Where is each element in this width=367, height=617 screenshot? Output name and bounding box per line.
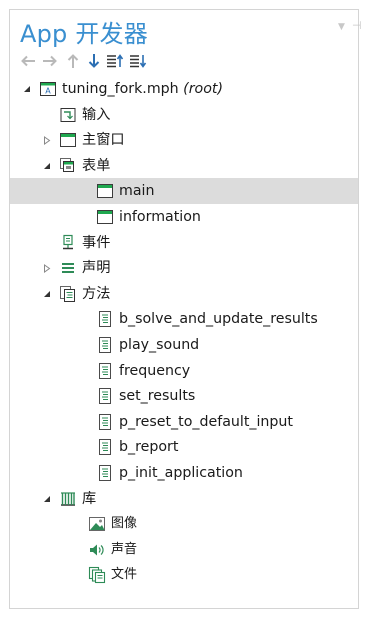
tree-label: 输入 [82, 106, 111, 123]
tree-node-declarations[interactable]: 声明 [10, 255, 358, 281]
tree-label: 声音 [111, 541, 138, 557]
tree-node-main-window[interactable]: 主窗口 [10, 127, 358, 153]
files-icon [88, 566, 106, 584]
arrow-left-icon[interactable] [19, 52, 37, 70]
move-up-list-icon[interactable] [106, 52, 124, 70]
tree-node-method[interactable]: b_report [10, 434, 358, 460]
tree-node-events[interactable]: 事件 [10, 230, 358, 256]
tree-node-methods[interactable]: 方法 [10, 281, 358, 307]
tree-node-form-main[interactable]: main [10, 178, 358, 204]
tree-label: main [119, 183, 155, 200]
method-icon [96, 413, 114, 431]
tree-node-sounds[interactable]: 声音 [10, 537, 358, 563]
arrow-down-icon[interactable] [85, 52, 103, 70]
expand-toggle-icon[interactable] [42, 135, 52, 145]
svg-text:A: A [45, 87, 51, 96]
tree-label: frequency [119, 362, 191, 379]
tree-node-forms[interactable]: 表单 [10, 153, 358, 179]
form-icon [96, 182, 114, 200]
tree-label: 事件 [82, 234, 111, 251]
move-down-list-icon[interactable] [129, 52, 147, 70]
tree-label: 方法 [82, 285, 111, 302]
tree-label: information [119, 208, 201, 225]
collapse-toggle-icon[interactable] [42, 494, 52, 504]
libraries-icon [59, 490, 77, 508]
panel-header: App 开发器 ▼ ⊣ [10, 10, 362, 86]
root-name: tuning_fork.mph [62, 81, 179, 97]
expand-toggle-icon[interactable] [22, 84, 32, 94]
method-icon [96, 387, 114, 405]
tree-label: 库 [82, 490, 97, 507]
tree-label: p_init_application [119, 464, 243, 481]
tree-node-method[interactable]: play_sound [10, 332, 358, 358]
tree-node-method[interactable]: b_solve_and_update_results [10, 306, 358, 332]
form-icon [96, 208, 114, 226]
tree-node-libraries[interactable]: 库 [10, 486, 358, 512]
application-icon: A [39, 80, 57, 98]
tree-label: 图像 [111, 516, 138, 532]
arrow-up-icon[interactable] [64, 52, 82, 70]
tree-label: play_sound [119, 336, 200, 353]
method-icon [96, 362, 114, 380]
input-icon [59, 106, 77, 124]
arrow-right-icon[interactable] [41, 52, 59, 70]
tree-node-input[interactable]: 输入 [10, 102, 358, 128]
method-icon [96, 464, 114, 482]
tree-label: b_solve_and_update_results [119, 311, 318, 328]
tree-node-form-information[interactable]: information [10, 204, 358, 230]
declarations-icon [59, 259, 77, 277]
events-icon [59, 234, 77, 252]
tree-label: 声明 [82, 260, 111, 277]
app-builder-panel: App 开发器 ▼ ⊣ A tuning_fork.mph (root) 输入 … [9, 9, 362, 609]
tree-node-method[interactable]: p_init_application [10, 460, 358, 486]
image-icon [88, 515, 106, 533]
tree-label: p_reset_to_default_input [119, 413, 293, 430]
tree-node-method[interactable]: frequency [10, 358, 358, 384]
tree-node-method[interactable]: p_reset_to_default_input [10, 409, 358, 435]
tree-label: 文件 [111, 567, 138, 583]
tree-node-images[interactable]: 图像 [10, 511, 358, 537]
collapse-toggle-icon[interactable] [42, 161, 52, 171]
tree-node-method[interactable]: set_results [10, 383, 358, 409]
collapse-toggle-icon[interactable] [42, 289, 52, 299]
window-icon [59, 131, 77, 149]
tree-node-files[interactable]: 文件 [10, 562, 358, 588]
method-icon [96, 336, 114, 354]
method-icon [96, 438, 114, 456]
app-tree: A tuning_fork.mph (root) 输入 主窗口 表单 main … [10, 76, 358, 588]
pin-icon[interactable]: ⊣ [352, 19, 362, 32]
panel-title: App 开发器 [20, 20, 148, 48]
root-suffix: (root) [183, 81, 223, 97]
tree-label: 表单 [82, 157, 111, 174]
method-icon [96, 310, 114, 328]
tree-label: 主窗口 [82, 132, 125, 149]
tree-label: tuning_fork.mph (root) [62, 80, 223, 98]
expand-toggle-icon[interactable] [42, 263, 52, 273]
sound-icon [88, 541, 106, 559]
methods-icon [59, 285, 77, 303]
forms-icon [59, 157, 77, 175]
tree-label: set_results [119, 388, 196, 405]
tree-node-root[interactable]: A tuning_fork.mph (root) [10, 76, 358, 102]
tree-label: b_report [119, 439, 179, 456]
chevron-down-icon[interactable]: ▼ [338, 22, 345, 32]
